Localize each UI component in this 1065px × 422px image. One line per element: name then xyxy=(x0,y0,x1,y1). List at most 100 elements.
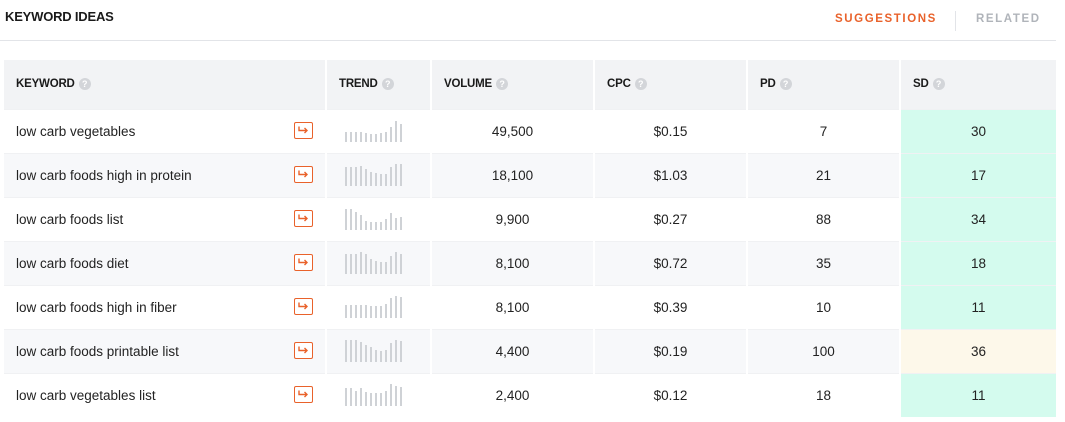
trend-bar xyxy=(350,167,352,186)
sd-cell: 30 xyxy=(900,108,1056,153)
keyword-ideas-header: KEYWORD IDEAS SUGGESTIONS RELATED xyxy=(0,0,1056,41)
trend-bar xyxy=(350,132,352,142)
trend-bar xyxy=(395,218,397,230)
keyword-link[interactable]: low carb foods printable list xyxy=(16,344,179,359)
cpc-cell: $1.03 xyxy=(594,152,748,197)
trend-bar xyxy=(345,132,347,142)
pd-cell: 18 xyxy=(747,372,901,417)
question-circle-icon[interactable]: ? xyxy=(496,78,508,91)
question-circle-icon[interactable]: ? xyxy=(634,78,647,91)
open-keyword-overview-icon[interactable] xyxy=(294,297,313,315)
trend-bar xyxy=(370,347,372,362)
volume-cell: 4,400 xyxy=(431,328,595,373)
open-keyword-overview-icon[interactable] xyxy=(294,121,313,139)
keyword-cell: low carb foods diet xyxy=(4,240,327,285)
keyword-link[interactable]: low carb foods high in fiber xyxy=(16,300,177,315)
column-header-sd[interactable]: SD? xyxy=(900,60,1056,109)
trend-bar xyxy=(370,393,372,407)
trend-bar xyxy=(390,127,392,142)
trend-bar xyxy=(385,174,387,186)
cpc-cell: $0.27 xyxy=(594,196,748,241)
trend-bar xyxy=(360,166,362,186)
trend-bar xyxy=(370,222,372,230)
open-keyword-overview-icon[interactable] xyxy=(294,385,313,403)
keyword-cell: low carb vegetables list xyxy=(4,372,327,417)
keyword-cell: low carb foods printable list xyxy=(4,328,327,373)
trend-bar xyxy=(400,341,402,362)
trend-bar xyxy=(355,305,357,318)
question-circle-icon[interactable]: ? xyxy=(78,78,91,91)
trend-bar xyxy=(380,174,382,186)
column-header-trend[interactable]: TREND? xyxy=(326,60,432,109)
open-keyword-overview-icon[interactable] xyxy=(294,165,313,183)
column-header-volume[interactable]: VOLUME? xyxy=(431,60,595,109)
open-keyword-overview-icon[interactable] xyxy=(294,253,313,271)
table-row: low carb vegetables list 2,400 $0.12 18 11 xyxy=(4,372,1056,417)
trend-bar xyxy=(355,212,357,230)
trend-bar xyxy=(360,252,362,274)
open-keyword-overview-icon[interactable] xyxy=(294,209,313,227)
trend-cell xyxy=(326,284,432,329)
trend-bar xyxy=(370,134,372,142)
trend-bar xyxy=(355,167,357,186)
trend-bar xyxy=(345,305,347,318)
trend-bar xyxy=(345,340,347,362)
trend-bar xyxy=(400,217,402,230)
question-circle-icon[interactable]: ? xyxy=(381,78,394,91)
trend-bar xyxy=(390,256,392,274)
table-row: low carb foods list 9,900 $0.27 88 34 xyxy=(4,196,1056,241)
tab-suggestions[interactable]: SUGGESTIONS xyxy=(835,13,937,25)
tab-related[interactable]: RELATED xyxy=(976,13,1041,25)
trend-bar xyxy=(390,298,392,318)
trend-bar xyxy=(360,215,362,230)
trend-bar xyxy=(370,259,372,274)
trend-cell xyxy=(326,372,432,417)
trend-bar xyxy=(400,164,402,186)
keyword-link[interactable]: low carb vegetables list xyxy=(16,388,156,403)
sd-cell: 11 xyxy=(900,372,1056,417)
trend-bar xyxy=(365,305,367,318)
trend-bar xyxy=(350,340,352,362)
trend-bar xyxy=(350,305,352,318)
trend-bar xyxy=(350,388,352,407)
pd-cell: 21 xyxy=(747,152,901,197)
trend-bar xyxy=(355,132,357,142)
pd-cell: 35 xyxy=(747,240,901,285)
column-header-cpc[interactable]: CPC? xyxy=(594,60,748,109)
trend-bar xyxy=(385,262,387,274)
trend-bar xyxy=(365,221,367,230)
trend-bar xyxy=(345,209,347,230)
question-circle-icon[interactable]: ? xyxy=(932,78,945,91)
section-title: KEYWORD IDEAS xyxy=(5,9,114,24)
column-header-pd[interactable]: PD? xyxy=(747,60,901,109)
question-circle-icon[interactable]: ? xyxy=(779,78,792,91)
trend-bar xyxy=(355,391,357,407)
trend-bar xyxy=(345,388,347,407)
open-keyword-overview-icon[interactable] xyxy=(294,341,313,359)
volume-cell: 49,500 xyxy=(431,108,595,153)
keyword-link[interactable]: low carb foods diet xyxy=(16,256,129,271)
trend-sparkline xyxy=(345,340,430,362)
tab-divider xyxy=(955,11,956,31)
trend-cell xyxy=(326,108,432,153)
trend-bar xyxy=(360,342,362,362)
volume-cell: 18,100 xyxy=(431,152,595,197)
trend-bar xyxy=(350,254,352,274)
keyword-cell: low carb foods high in protein xyxy=(4,152,327,197)
pd-cell: 100 xyxy=(747,328,901,373)
keyword-link[interactable]: low carb foods high in protein xyxy=(16,168,192,183)
trend-bar xyxy=(365,169,367,186)
trend-bar xyxy=(365,392,367,407)
trend-cell xyxy=(326,152,432,197)
cpc-cell: $0.19 xyxy=(594,328,748,373)
trend-sparkline xyxy=(345,208,430,230)
pd-cell: 10 xyxy=(747,284,901,329)
trend-bar xyxy=(400,297,402,318)
trend-sparkline xyxy=(345,120,430,142)
keyword-link[interactable]: low carb vegetables xyxy=(16,124,135,139)
column-header-keyword[interactable]: KEYWORD? xyxy=(4,60,327,109)
trend-bar xyxy=(385,350,387,362)
cpc-cell: $0.39 xyxy=(594,284,748,329)
trend-bar xyxy=(375,393,377,407)
keyword-link[interactable]: low carb foods list xyxy=(16,212,123,227)
